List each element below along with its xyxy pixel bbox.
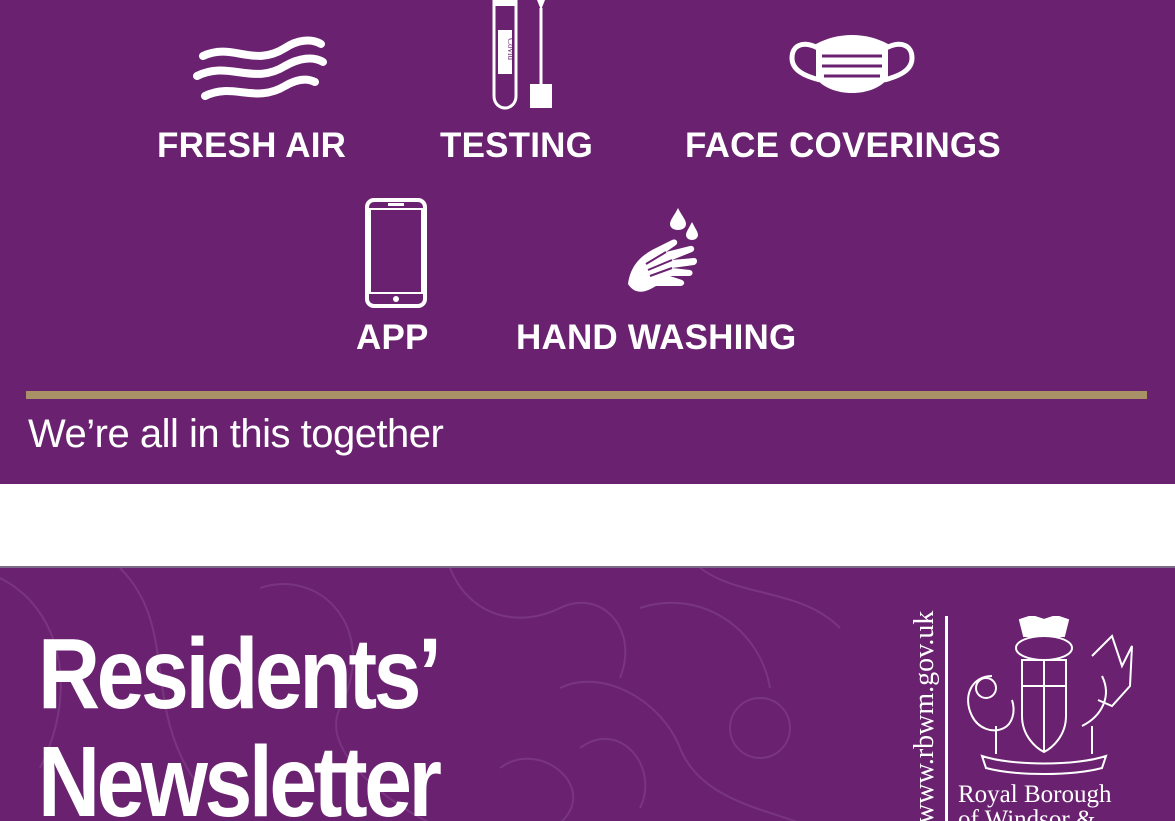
- smartphone-icon: [365, 198, 427, 308]
- testing-label: TESTING: [440, 126, 594, 165]
- fresh-air-label: FRESH AIR: [157, 126, 347, 165]
- council-name: Royal Borough of Windsor &: [958, 782, 1111, 821]
- tube-label: Covid: [506, 38, 516, 61]
- hand-washing-label: HAND WASHING: [516, 318, 797, 357]
- vertical-divider: [945, 616, 948, 821]
- council-name-line-1: Royal Borough: [958, 781, 1112, 808]
- newsletter-header: Residents’ Newsletter www.rbwm.gov.uk Ro…: [0, 566, 1175, 821]
- title-line-2: Newsletter: [38, 726, 442, 821]
- gold-divider: [26, 391, 1147, 399]
- app-label: APP: [356, 318, 429, 357]
- title-line-1: Residents’: [38, 618, 442, 730]
- council-name-line-2: of Windsor &: [958, 806, 1096, 821]
- website-url: www.rbwm.gov.uk: [905, 611, 945, 821]
- newsletter-title: Residents’ Newsletter: [38, 618, 442, 821]
- white-spacer: [0, 484, 1175, 566]
- coat-of-arms-icon: [967, 616, 1133, 775]
- face-mask-icon: [789, 35, 915, 93]
- face-coverings-label: FACE COVERINGS: [685, 126, 1001, 165]
- tagline: We’re all in this together: [28, 412, 444, 456]
- website-url-text: www.rbwm.gov.uk: [909, 610, 940, 821]
- covid-safety-banner: FRESH AIR Covid TESTING FACE COVERINGS A…: [0, 0, 1175, 484]
- wind-icon: [193, 36, 327, 100]
- hand-wash-icon: [628, 208, 698, 292]
